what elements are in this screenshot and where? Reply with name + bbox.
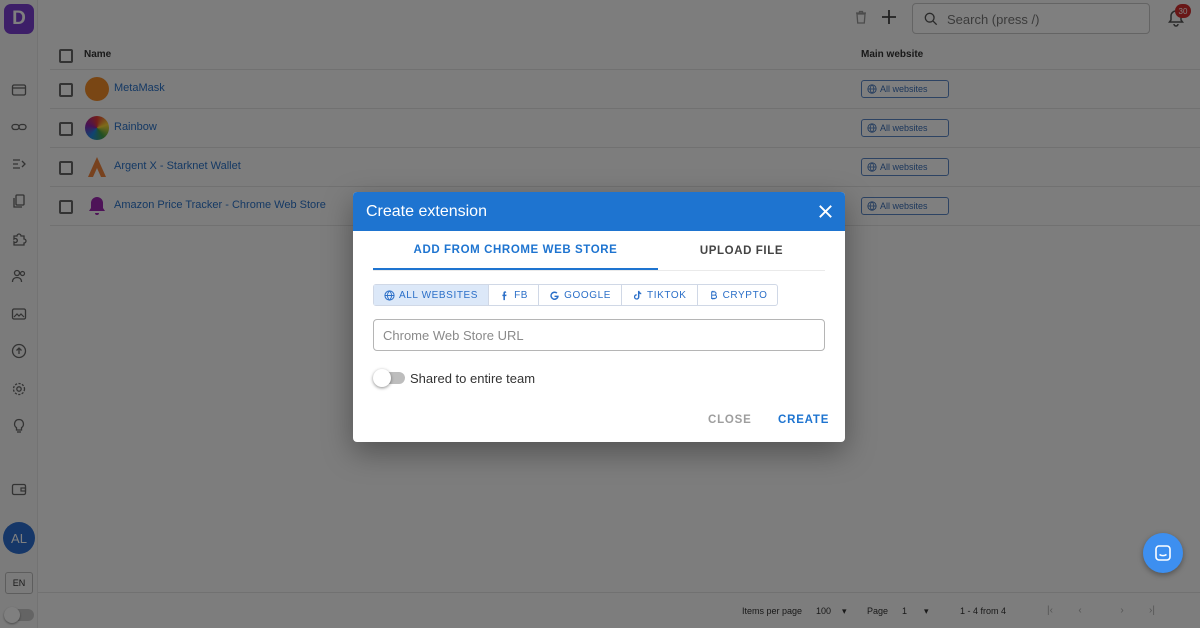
shared-to-team-label: Shared to entire team	[410, 371, 536, 386]
bitcoin-icon	[710, 290, 717, 299]
filter-label: CRYPTO	[722, 289, 768, 301]
google-icon	[550, 291, 559, 300]
filter-label: ALL WEBSITES	[399, 289, 479, 301]
facebook-icon	[502, 290, 507, 300]
tab-upload-file[interactable]: UPLOAD FILE	[658, 232, 825, 270]
chrome-web-store-url-field[interactable]	[373, 319, 825, 351]
close-button[interactable]: CLOSE	[708, 414, 752, 426]
tab-add-from-chrome-web-store[interactable]: ADD FROM CHROME WEB STORE	[373, 232, 658, 270]
filter-label: GOOGLE	[564, 289, 612, 301]
filter-crypto[interactable]: CRYPTO	[698, 285, 778, 305]
dialog-tabs: ADD FROM CHROME WEB STORE UPLOAD FILE	[373, 232, 825, 271]
website-filter-group: ALL WEBSITES FB GOOGLE TIKTOK CRYPTO	[373, 284, 779, 306]
switch-knob	[373, 369, 391, 387]
shared-to-team-switch[interactable]	[373, 369, 405, 387]
chrome-web-store-url-input[interactable]	[374, 320, 824, 350]
filter-all-websites[interactable]: ALL WEBSITES	[374, 285, 490, 305]
create-button[interactable]: CREATE	[778, 414, 829, 426]
filter-label: FB	[514, 289, 529, 301]
chat-icon	[1155, 545, 1171, 561]
filter-google[interactable]: GOOGLE	[539, 285, 623, 305]
close-icon[interactable]	[816, 202, 835, 221]
tiktok-icon	[633, 290, 642, 300]
chat-launcher-button[interactable]	[1143, 533, 1183, 573]
filter-fb[interactable]: FB	[489, 285, 540, 305]
create-extension-dialog: Create extension ADD FROM CHROME WEB STO…	[353, 192, 845, 442]
dialog-header: Create extension	[353, 192, 845, 231]
dialog-title: Create extension	[366, 203, 487, 220]
filter-tiktok[interactable]: TIKTOK	[622, 285, 698, 305]
filter-label: TIKTOK	[647, 289, 687, 301]
globe-icon	[384, 289, 395, 301]
